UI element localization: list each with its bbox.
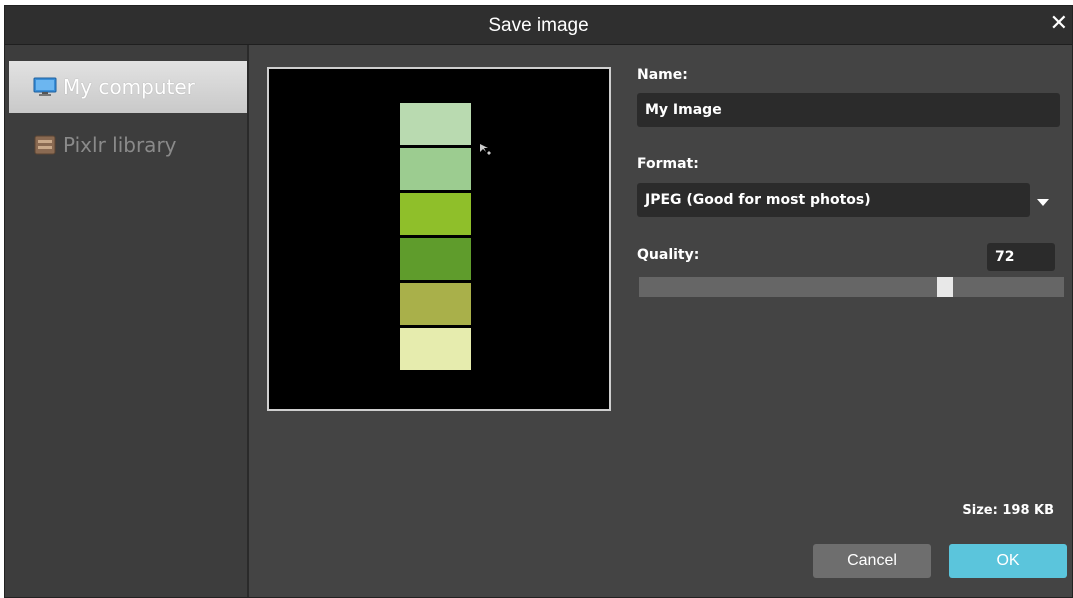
color-swatch [400, 103, 471, 145]
save-image-dialog: Save image ✕ My computer Pixlr library N… [4, 5, 1073, 598]
cancel-button[interactable]: Cancel [813, 544, 931, 578]
color-swatch [400, 283, 471, 325]
quality-input[interactable]: 72 [987, 243, 1055, 271]
chevron-down-icon[interactable] [1037, 199, 1049, 206]
sidebar: My computer Pixlr library [5, 45, 249, 597]
sidebar-item-my-computer[interactable]: My computer [9, 61, 247, 113]
name-label: Name: [637, 67, 688, 83]
close-icon[interactable]: ✕ [1050, 11, 1068, 36]
file-size-text: Size: 198 KB [962, 503, 1054, 518]
dialog-title: Save image [488, 15, 589, 36]
color-swatch [400, 193, 471, 235]
cursor-icon [480, 144, 491, 155]
quality-label: Quality: [637, 247, 700, 263]
sidebar-item-label: My computer [63, 75, 195, 99]
dialog-titlebar: Save image ✕ [5, 6, 1072, 45]
format-select[interactable]: JPEG (Good for most photos) [637, 183, 1030, 217]
library-icon [34, 135, 56, 155]
ok-button[interactable]: OK [949, 544, 1067, 578]
sidebar-item-pixlr-library[interactable]: Pixlr library [9, 119, 247, 171]
color-swatch [400, 238, 471, 280]
name-field[interactable]: My Image [637, 93, 1060, 127]
color-swatch [400, 148, 471, 190]
format-label: Format: [637, 156, 699, 172]
color-swatch [400, 328, 471, 370]
sidebar-item-label: Pixlr library [63, 133, 177, 157]
quality-slider[interactable] [639, 277, 1064, 297]
quality-slider-thumb[interactable] [937, 277, 953, 297]
image-preview [267, 67, 611, 411]
computer-icon [33, 77, 57, 96]
